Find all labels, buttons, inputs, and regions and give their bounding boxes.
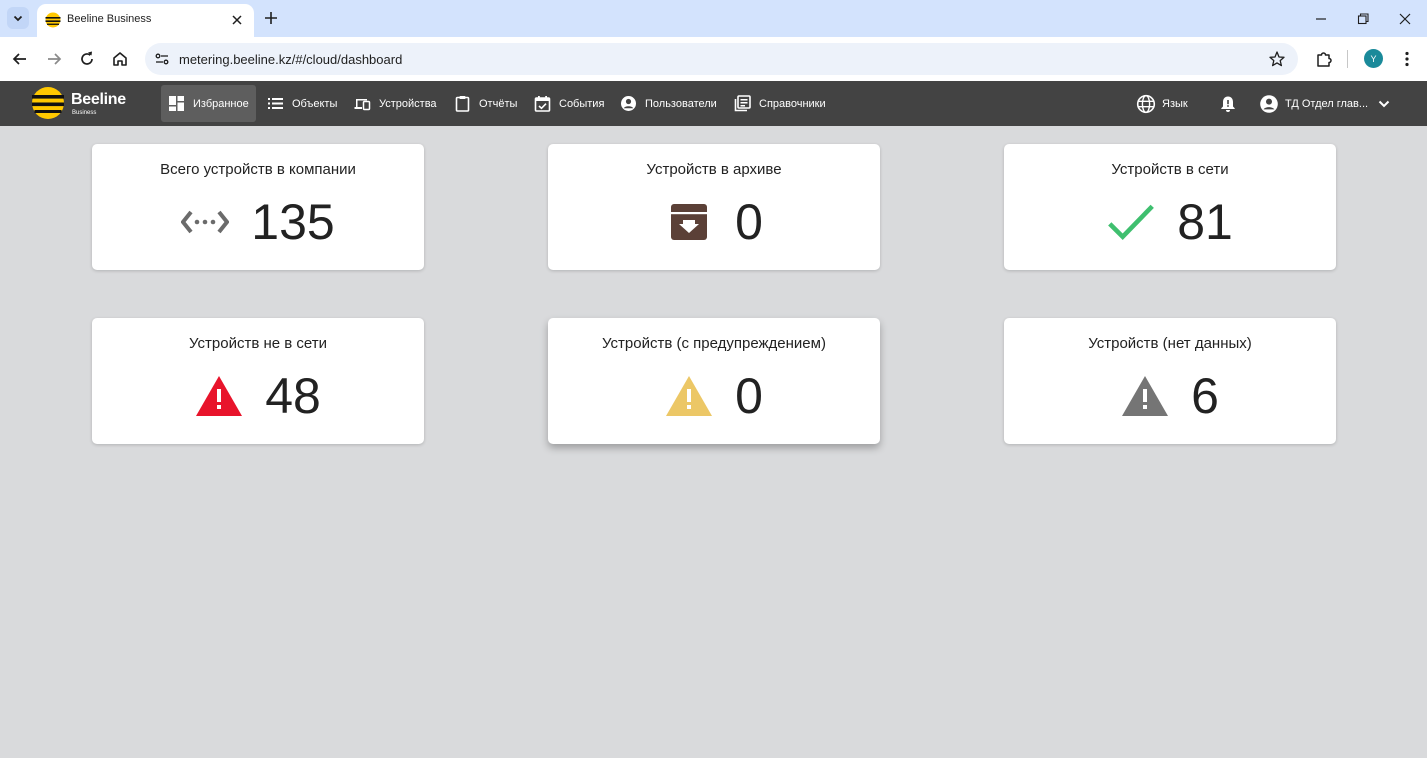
card-offline-devices[interactable]: Устройств не в сети 48 xyxy=(92,318,424,444)
card-value: 81 xyxy=(1177,194,1233,250)
card-title: Устройств не в сети xyxy=(189,335,327,352)
logo-text: Beeline xyxy=(71,91,126,108)
nav-item-reports[interactable]: Отчёты xyxy=(447,85,524,122)
card-title: Устройств (нет данных) xyxy=(1088,335,1252,352)
card-value: 6 xyxy=(1191,368,1219,424)
browser-toolbar: metering.beeline.kz/#/cloud/dashboard Y xyxy=(0,37,1427,81)
warning-icon xyxy=(665,372,713,420)
warning-icon xyxy=(1121,372,1169,420)
nav-item-favorites[interactable]: Избранное xyxy=(161,85,256,122)
tab-title: Beeline Business xyxy=(67,13,152,25)
nav-item-label: Избранное xyxy=(193,97,249,110)
notifications-button[interactable] xyxy=(1218,85,1238,122)
nav-item-label: Устройства xyxy=(379,97,437,110)
address-bar[interactable]: metering.beeline.kz/#/cloud/dashboard xyxy=(145,43,1298,75)
minimize-icon[interactable] xyxy=(1312,10,1330,28)
bell-alert-icon xyxy=(1221,96,1235,112)
language-label: Язык xyxy=(1162,97,1188,110)
nav-item-users[interactable]: Пользователи xyxy=(613,85,724,122)
devices-icon xyxy=(354,99,371,111)
card-warning-devices[interactable]: Устройств (с предупреждением) 0 xyxy=(548,318,880,444)
card-online-devices[interactable]: Устройств в сети 81 xyxy=(1004,144,1336,270)
profile-avatar[interactable]: Y xyxy=(1364,49,1383,68)
beeline-logo[interactable]: Beeline Business xyxy=(31,86,131,120)
nav-item-label: События xyxy=(559,97,605,110)
library-books-icon xyxy=(734,95,751,112)
browser-tab[interactable]: Beeline Business xyxy=(37,4,254,37)
forward-arrow-icon[interactable] xyxy=(44,49,64,69)
nav-item-references[interactable]: Справочники xyxy=(727,85,833,122)
home-icon[interactable] xyxy=(110,49,130,69)
nav-item-label: Объекты xyxy=(292,97,338,110)
restore-icon[interactable] xyxy=(1354,10,1372,28)
nav-item-events[interactable]: События xyxy=(527,85,611,122)
card-title: Устройств в архиве xyxy=(646,161,782,178)
calendar-check-icon xyxy=(534,96,551,112)
clipboard-icon xyxy=(455,96,470,112)
account-circle-icon xyxy=(1260,94,1278,113)
url-text[interactable]: metering.beeline.kz/#/cloud/dashboard xyxy=(179,52,402,67)
close-icon[interactable] xyxy=(229,12,245,28)
card-nodata-devices[interactable]: Устройств (нет данных) 6 xyxy=(1004,318,1336,444)
account-circle-icon xyxy=(621,96,636,111)
nav-item-devices[interactable]: Устройства xyxy=(347,85,444,122)
card-title: Устройств (с предупреждением) xyxy=(602,335,826,352)
card-title: Всего устройств в компании xyxy=(160,161,356,178)
app-navbar: Beeline Business Избранное Объекты Устро… xyxy=(0,81,1427,126)
browser-tabstrip: Beeline Business xyxy=(0,0,1427,37)
card-value: 0 xyxy=(735,194,763,250)
close-window-icon[interactable] xyxy=(1396,10,1414,28)
globe-icon xyxy=(1136,94,1156,113)
warning-icon xyxy=(195,372,243,420)
dashboard-icon xyxy=(169,96,184,111)
card-title: Устройств в сети xyxy=(1111,161,1229,178)
checkmark-icon xyxy=(1107,198,1155,246)
language-button[interactable]: Язык xyxy=(1136,85,1188,122)
chevron-down-icon xyxy=(13,15,23,22)
card-value: 48 xyxy=(265,368,321,424)
site-info-icon[interactable] xyxy=(153,50,171,68)
tab-search-button[interactable] xyxy=(7,7,29,29)
nav-item-label: Справочники xyxy=(759,97,826,110)
chevron-down-icon xyxy=(1378,100,1390,107)
nav-item-label: Отчёты xyxy=(479,97,518,110)
beeline-favicon-icon xyxy=(45,12,61,28)
card-archived-devices[interactable]: Устройств в архиве 0 xyxy=(548,144,880,270)
more-vert-icon[interactable] xyxy=(1397,49,1417,69)
card-value: 0 xyxy=(735,368,763,424)
connection-icon xyxy=(181,198,230,246)
back-arrow-icon[interactable] xyxy=(10,49,30,69)
user-menu[interactable]: ТД Отдел глав... xyxy=(1259,85,1391,122)
list-icon xyxy=(268,98,283,109)
archive-icon xyxy=(665,198,713,246)
logo-subtext: Business xyxy=(72,110,97,116)
card-value: 135 xyxy=(251,194,335,250)
beeline-logo-icon xyxy=(32,87,64,119)
reload-icon[interactable] xyxy=(77,49,97,69)
nav-item-objects[interactable]: Объекты xyxy=(260,85,344,122)
user-name: ТД Отдел глав... xyxy=(1285,97,1369,110)
extensions-puzzle-icon[interactable] xyxy=(1314,49,1334,69)
card-total-devices[interactable]: Всего устройств в компании 135 xyxy=(92,144,424,270)
new-tab-plus-icon[interactable] xyxy=(262,9,280,27)
toolbar-separator xyxy=(1347,50,1348,68)
nav-item-label: Пользователи xyxy=(645,97,717,110)
bookmark-star-icon[interactable] xyxy=(1268,50,1286,68)
